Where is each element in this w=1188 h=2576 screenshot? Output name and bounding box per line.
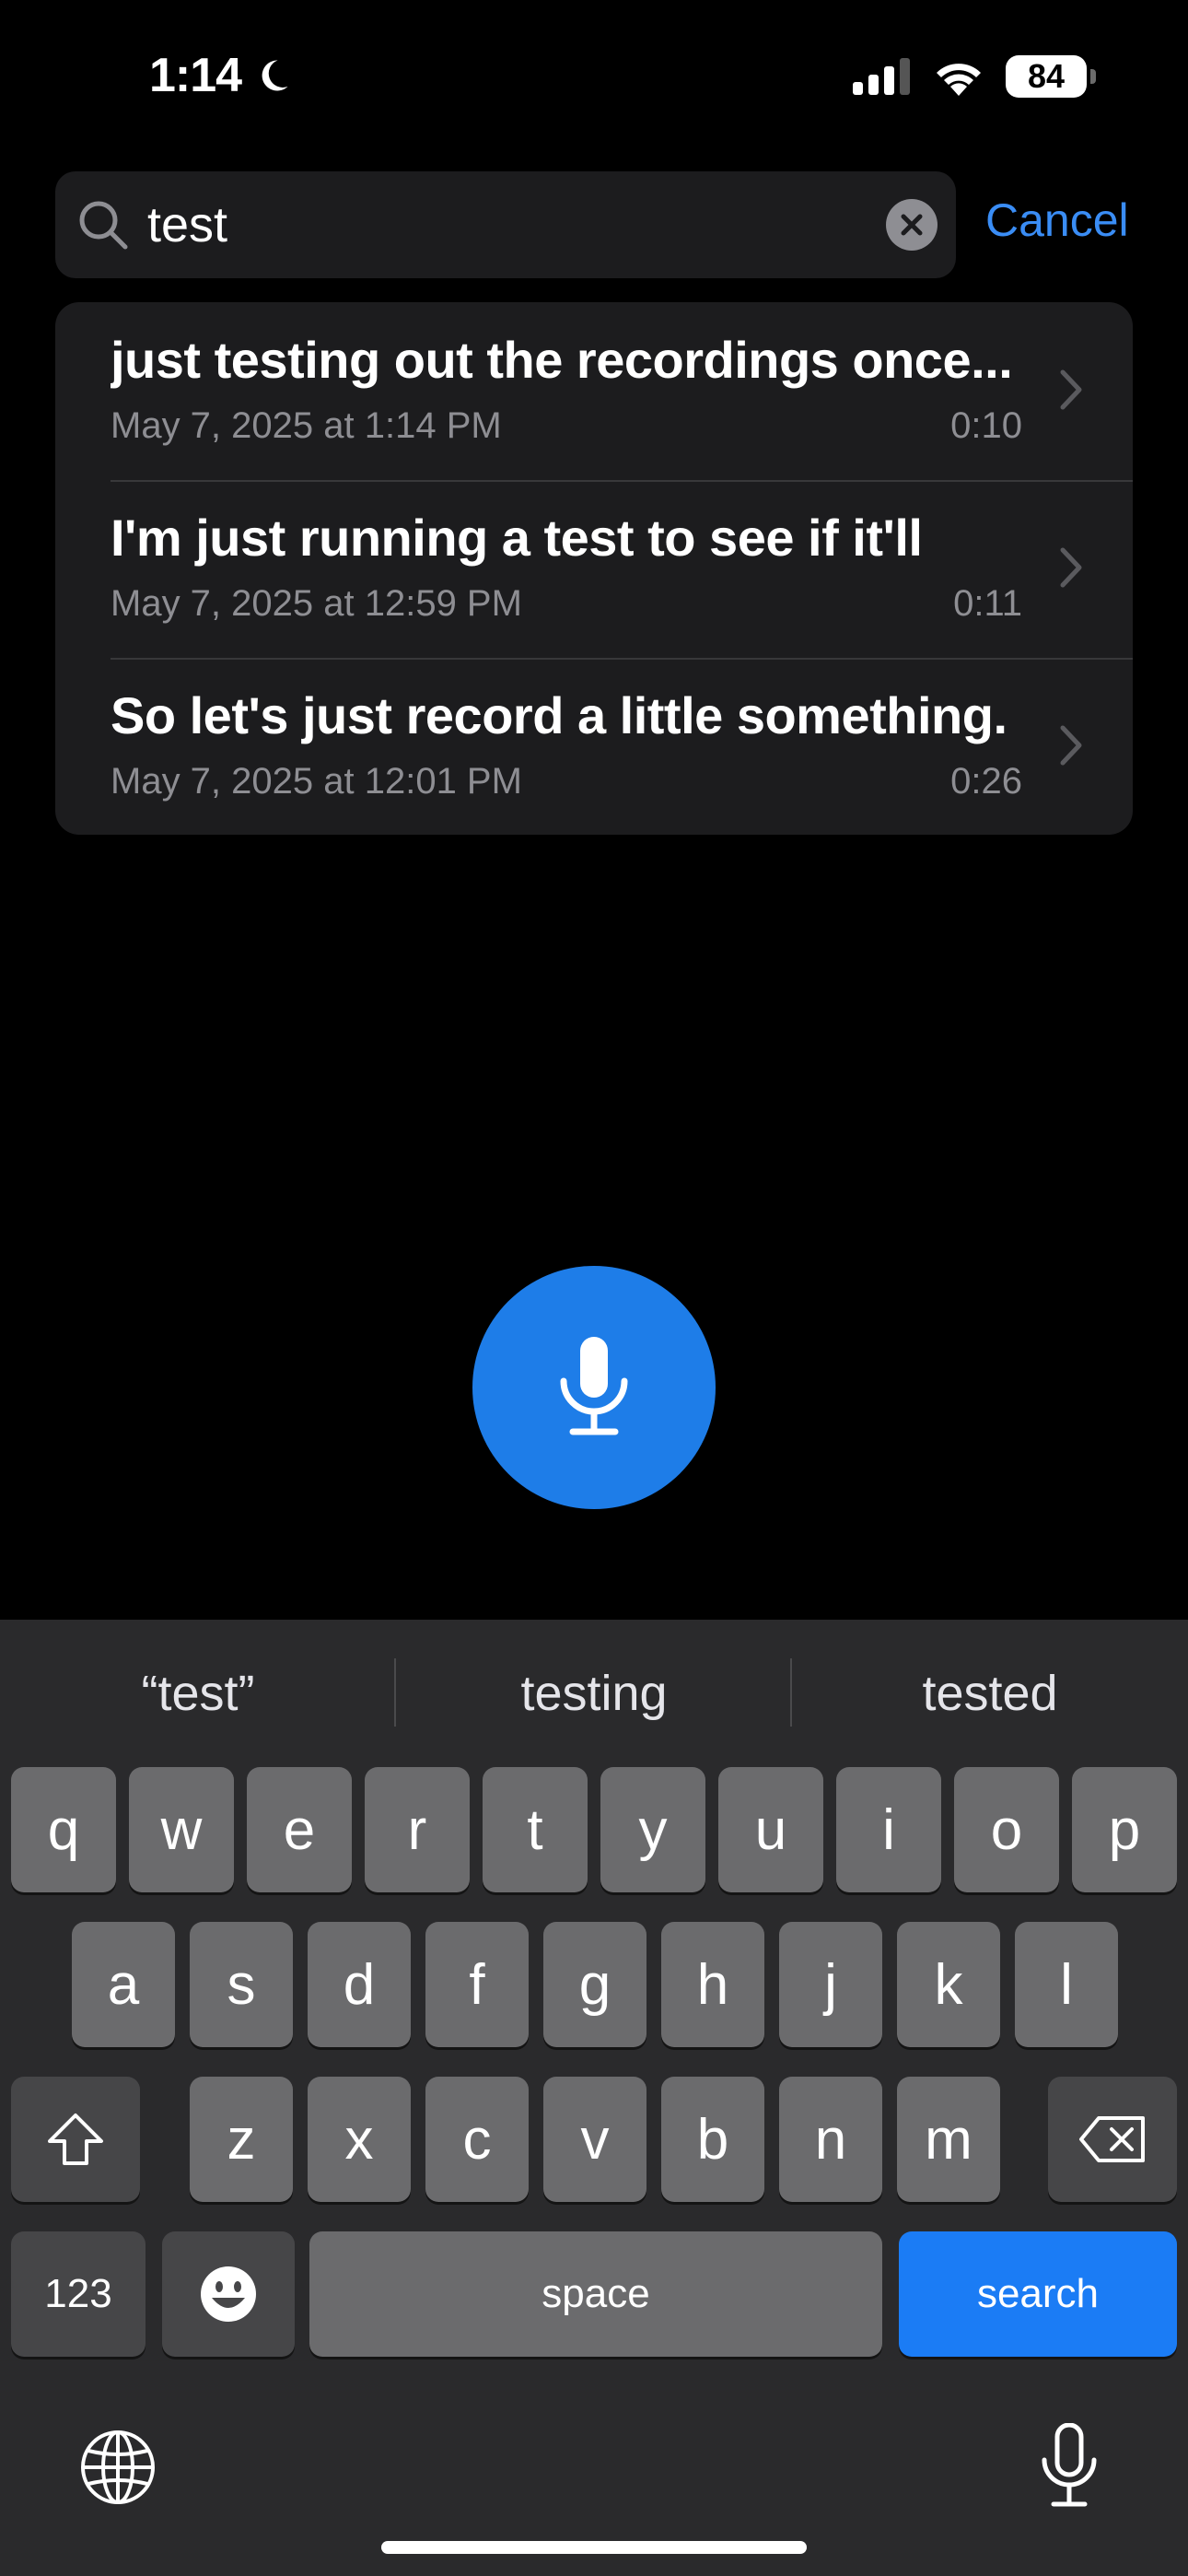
key-c[interactable]: c	[425, 2077, 529, 2202]
key-m[interactable]: m	[897, 2077, 1000, 2202]
key-q[interactable]: q	[11, 1767, 116, 1892]
recording-duration: 0:10	[950, 405, 1022, 446]
search-input[interactable]	[147, 171, 903, 278]
suggestion-testing[interactable]: testing	[396, 1620, 792, 1767]
status-time: 1:14	[149, 48, 293, 103]
key-u[interactable]: u	[718, 1767, 823, 1892]
key-s[interactable]: s	[190, 1922, 293, 2047]
key-w[interactable]: w	[129, 1767, 234, 1892]
key-t[interactable]: t	[483, 1767, 588, 1892]
close-icon	[901, 214, 923, 236]
key-y[interactable]: y	[600, 1767, 705, 1892]
numbers-key-label: 123	[44, 2271, 112, 2316]
battery-level: 84	[1027, 57, 1066, 95]
key-r[interactable]: r	[365, 1767, 470, 1892]
home-indicator[interactable]	[381, 2541, 807, 2554]
key-o[interactable]: o	[954, 1767, 1059, 1892]
record-button[interactable]	[472, 1266, 716, 1509]
recording-title: So let's just record a little something.	[111, 686, 1007, 744]
key-b[interactable]: b	[661, 2077, 764, 2202]
backspace-icon	[1079, 2116, 1145, 2162]
recording-date: May 7, 2025 at 12:59 PM	[111, 583, 522, 624]
search-results-list: just testing out the recordings once... …	[55, 302, 1133, 835]
suggestion-bar: “test” testing tested	[0, 1620, 1188, 1767]
search-icon	[79, 201, 128, 250]
key-f[interactable]: f	[425, 1922, 529, 2047]
recording-date: May 7, 2025 at 1:14 PM	[111, 405, 502, 446]
battery-indicator: 84	[1006, 55, 1096, 98]
emoji-icon	[201, 2266, 256, 2322]
space-key-label: space	[542, 2271, 650, 2316]
key-x[interactable]: x	[308, 2077, 411, 2202]
key-h[interactable]: h	[661, 1922, 764, 2047]
shift-icon	[48, 2113, 103, 2165]
shift-key[interactable]	[11, 2077, 140, 2202]
status-indicators: 84	[853, 55, 1096, 98]
key-i[interactable]: i	[836, 1767, 941, 1892]
recording-title: just testing out the recordings once...	[111, 331, 1013, 389]
space-key[interactable]: space	[309, 2231, 882, 2357]
dictation-microphone-icon[interactable]	[1039, 2423, 1100, 2510]
recording-duration: 0:11	[953, 583, 1022, 624]
numbers-key[interactable]: 123	[11, 2231, 146, 2357]
moon-icon	[262, 60, 288, 91]
keyboard: “test” testing tested q w e r t y u i o …	[0, 1620, 1188, 2576]
suggestion-quoted[interactable]: “test”	[0, 1620, 396, 1767]
status-bar: 1:14 84	[0, 0, 1188, 157]
key-g[interactable]: g	[543, 1922, 646, 2047]
recording-date: May 7, 2025 at 12:01 PM	[111, 761, 522, 802]
key-d[interactable]: d	[308, 1922, 411, 2047]
key-p[interactable]: p	[1072, 1767, 1177, 1892]
key-a[interactable]: a	[72, 1922, 175, 2047]
cellular-signal-icon	[853, 58, 910, 95]
key-z[interactable]: z	[190, 2077, 293, 2202]
key-j[interactable]: j	[779, 1922, 882, 2047]
key-k[interactable]: k	[897, 1922, 1000, 2047]
globe-icon[interactable]	[79, 2429, 157, 2506]
clear-search-button[interactable]	[886, 199, 938, 251]
recording-row[interactable]: So let's just record a little something.…	[55, 658, 1133, 835]
key-l[interactable]: l	[1015, 1922, 1118, 2047]
key-n[interactable]: n	[779, 2077, 882, 2202]
recording-duration: 0:26	[950, 761, 1022, 802]
search-key-label: search	[976, 2271, 1100, 2316]
key-v[interactable]: v	[543, 2077, 646, 2202]
chevron-right-icon	[1060, 369, 1082, 410]
recording-title: I'm just running a test to see if it'll	[111, 509, 923, 567]
search-field[interactable]	[55, 171, 956, 278]
delete-key[interactable]	[1048, 2077, 1177, 2202]
suggestion-tested[interactable]: tested	[792, 1620, 1188, 1767]
clock-text: 1:14	[149, 49, 242, 102]
emoji-key[interactable]	[162, 2231, 295, 2357]
recording-row[interactable]: I'm just running a test to see if it'll …	[55, 480, 1133, 658]
chevron-right-icon	[1060, 547, 1082, 588]
microphone-icon	[560, 1337, 628, 1435]
wifi-icon	[937, 64, 981, 96]
key-e[interactable]: e	[247, 1767, 352, 1892]
cancel-button[interactable]: Cancel	[985, 193, 1129, 247]
search-key[interactable]: search	[899, 2231, 1177, 2357]
chevron-right-icon	[1060, 725, 1082, 766]
recording-row[interactable]: just testing out the recordings once... …	[55, 302, 1133, 480]
